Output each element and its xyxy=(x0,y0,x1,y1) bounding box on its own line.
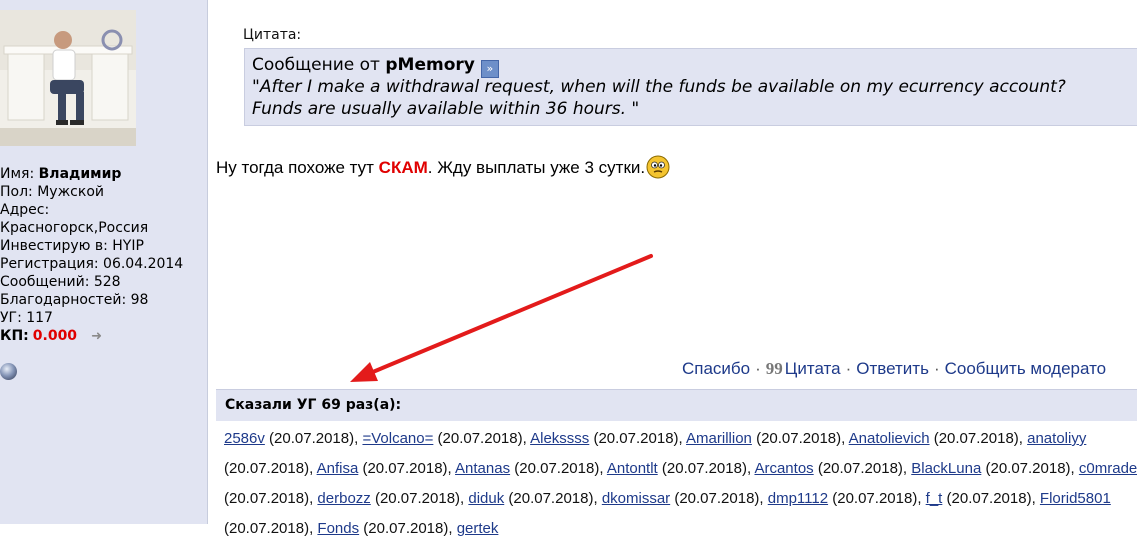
online-status-icon xyxy=(0,363,17,380)
profile-registration: Регистрация: 06.04.2014 xyxy=(0,256,184,272)
thanks-user-link[interactable]: BlackLuna xyxy=(911,460,981,477)
post-actions: Спасибо · 99 Цитата · Ответить · Сообщить модер… xyxy=(682,359,1106,379)
thanks-user-link[interactable]: Arcantos xyxy=(754,460,813,477)
thanks-date: (20.07.2018) xyxy=(942,490,1032,507)
reply-link[interactable]: Ответить xyxy=(856,359,929,378)
profile-address-label: Адрес: xyxy=(0,202,50,218)
profile-name: Владимир xyxy=(38,166,122,182)
thanks-date: (20.07.2018) xyxy=(589,430,679,447)
thanks-user-link[interactable]: Amarillion xyxy=(686,430,752,447)
thanks-user-link[interactable]: =Volcano= xyxy=(362,430,433,447)
thanks-user-link[interactable]: Antontlt xyxy=(607,460,658,477)
report-moderator-link[interactable]: Сообщить модерато xyxy=(945,359,1107,378)
thanks-user-link[interactable]: Anatolievich xyxy=(849,430,930,447)
thanks-date: (20.07.2018) xyxy=(224,460,310,477)
separator: · xyxy=(845,359,852,378)
thanks-date: (20.07.2018) xyxy=(359,520,449,537)
thanks-user-link[interactable]: f_t xyxy=(926,490,943,507)
thanks-user-link[interactable]: anatoliyy xyxy=(1027,430,1086,447)
avatar[interactable] xyxy=(0,10,136,146)
profile-ug: УГ: 117 xyxy=(0,310,53,326)
thanks-user-link[interactable]: Antanas xyxy=(455,460,510,477)
profile-gender: Пол: Мужской xyxy=(0,184,105,200)
thanks-date: (20.07.2018) xyxy=(929,430,1019,447)
thanks-user-link[interactable]: Florid5801 xyxy=(1040,490,1111,507)
thanks-link[interactable]: Спасибо xyxy=(682,359,750,378)
quote-icon[interactable]: 99 xyxy=(766,359,783,378)
quote-box: Сообщение от pMemory » "After I make a wi… xyxy=(244,48,1137,126)
thanks-date: (20.07.2018) xyxy=(433,430,523,447)
post-text-before: Ну тогда похоже тут xyxy=(216,158,379,177)
post-highlight: СКАМ xyxy=(378,158,428,177)
thanks-date: (20.07.2018) xyxy=(657,460,747,477)
thanks-header: Сказали УГ 69 раз(а): xyxy=(216,389,1137,421)
thanks-user-list: 2586v (20.07.2018), =Volcano= (20.07.201… xyxy=(224,430,1137,537)
thanks-date: (20.07.2018) xyxy=(224,490,310,507)
profile-address: Красногорск,Россия xyxy=(0,220,149,236)
thanks-date: (20.07.2018) xyxy=(370,490,461,507)
thanks-date: (20.07.2018) xyxy=(751,430,842,447)
thanks-user-link[interactable]: dkomissar xyxy=(602,490,670,507)
thanks-user-link[interactable]: dmp1112 xyxy=(768,490,828,507)
post-message: Ну тогда похоже тут СКАМ. Жду выплаты уж… xyxy=(216,155,670,179)
profile-kp-label: КП: xyxy=(0,328,29,344)
quote-header: Сообщение от pMemory » xyxy=(252,55,499,78)
separator: · xyxy=(933,359,940,378)
thanks-user-link[interactable]: Anfisa xyxy=(317,460,359,477)
quote-line-2: Funds are usually available within 36 ho… xyxy=(252,99,640,119)
quote-author: pMemory xyxy=(385,55,475,75)
profile-name-row: Имя: Владимир xyxy=(0,165,183,183)
profile-invests: Инвестирую в: HYIP xyxy=(0,238,144,254)
thanks-date: (20.07.2018) xyxy=(504,490,594,507)
thanks-date: (20.07.2018) xyxy=(981,460,1071,477)
post-text-after: . Жду выплаты уже 3 сутки. xyxy=(427,158,646,177)
quote-line-1: "After I make a withdrawal request, when… xyxy=(252,77,1066,97)
profile-kp-value: 0.000 xyxy=(32,328,78,344)
thanks-user-link[interactable]: gertek xyxy=(457,520,499,537)
quote-caption: Цитата: xyxy=(243,27,302,43)
thanks-user-link[interactable]: Alekssss xyxy=(530,430,589,447)
user-sidebar: Имя: Владимир Пол: Мужской Адрес: Красно… xyxy=(0,0,208,524)
thanks-date: (20.07.2018) xyxy=(358,460,448,477)
thanks-user-link[interactable]: derbozz xyxy=(317,490,370,507)
thanks-date: (20.07.2018) xyxy=(510,460,600,477)
user-profile-info: Имя: Владимир Пол: Мужской Адрес: Красно… xyxy=(0,165,183,346)
profile-messages: Сообщений: 528 xyxy=(0,274,121,290)
quote-link[interactable]: Цитата xyxy=(785,359,841,378)
thanks-date: (20.07.2018) xyxy=(264,430,355,447)
profile-kp-row: КП: 0.000 ➜ xyxy=(0,327,183,346)
arrow-right-icon[interactable]: ➜ xyxy=(91,329,102,344)
separator: · xyxy=(755,359,761,378)
thanks-user-link[interactable]: 2586v xyxy=(224,430,265,447)
confused-smiley-icon xyxy=(646,155,670,179)
thanks-date: (20.07.2018) xyxy=(813,460,903,477)
profile-thanks: Благодарностей: 98 xyxy=(0,292,149,308)
thanks-date: (20.07.2018) xyxy=(224,520,310,537)
thanks-user-link[interactable]: Fonds xyxy=(317,520,359,537)
thanks-date: (20.07.2018) xyxy=(670,490,760,507)
thanks-header-title: Сказали УГ 69 раз(а): xyxy=(225,397,402,413)
thanks-user-link[interactable]: diduk xyxy=(468,490,504,507)
profile-name-label: Имя: xyxy=(0,166,35,182)
view-post-icon[interactable]: » xyxy=(480,60,499,78)
quote-from-label: Сообщение от xyxy=(252,55,380,75)
thanks-date: (20.07.2018) xyxy=(828,490,918,507)
thanks-user-link[interactable]: c0mrade xyxy=(1079,460,1137,477)
